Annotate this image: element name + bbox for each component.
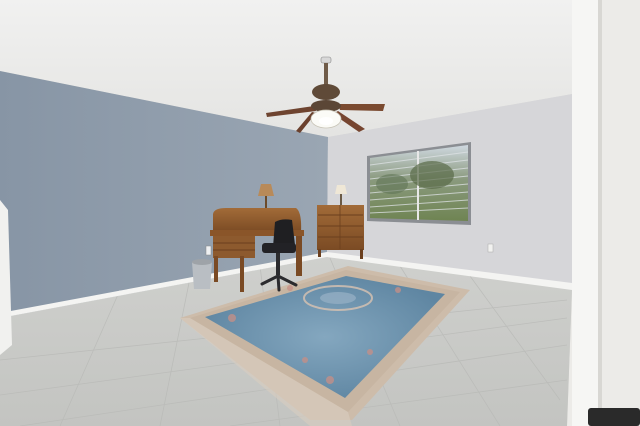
wall-outlet	[487, 243, 494, 253]
door-frame	[572, 0, 602, 426]
window	[367, 142, 471, 225]
wall-outlet	[205, 245, 212, 256]
room-photo	[0, 0, 640, 426]
wastebasket	[192, 259, 212, 289]
room-illustration	[0, 0, 640, 426]
door-hardware	[588, 408, 640, 426]
